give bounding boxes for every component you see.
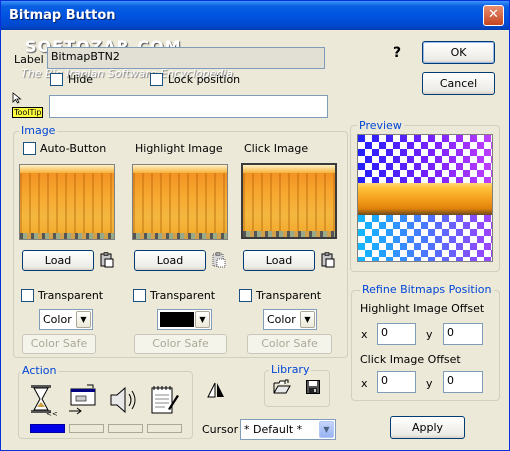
library-group-title: Library bbox=[269, 363, 312, 376]
click-x-field[interactable]: 0 bbox=[377, 371, 416, 393]
run-program-action-icon[interactable] bbox=[67, 383, 99, 420]
cancel-button[interactable]: Cancel bbox=[422, 72, 495, 95]
paste-icon[interactable] bbox=[100, 252, 114, 268]
preview-group-title: Preview bbox=[357, 119, 404, 132]
highlight-y-field[interactable]: 0 bbox=[443, 323, 483, 345]
auto-button-checkbox[interactable] bbox=[23, 142, 36, 155]
action-bar-4[interactable] bbox=[147, 424, 182, 433]
transparent-highlight-label: Transparent bbox=[150, 289, 216, 302]
click-image-preview bbox=[241, 163, 337, 239]
hourglass-action-icon[interactable]: << bbox=[28, 383, 58, 420]
cursor-select[interactable]: * Default * ▼ bbox=[240, 419, 336, 440]
label-caption: Label bbox=[14, 53, 44, 66]
color-select-normal[interactable]: Color ▼ bbox=[39, 309, 93, 330]
close-button[interactable]: ✕ bbox=[483, 5, 504, 26]
chevron-down-icon[interactable]: ▼ bbox=[300, 311, 315, 328]
hide-label: Hide bbox=[68, 73, 94, 86]
color-select-click[interactable]: Color ▼ bbox=[263, 309, 317, 330]
highlight-image-preview bbox=[132, 164, 228, 240]
label-field[interactable]: BitmapBTN2 bbox=[47, 47, 325, 69]
color-safe-click-button[interactable]: Color Safe bbox=[247, 334, 332, 354]
click-y-label: y bbox=[426, 377, 433, 390]
preview-button-bar bbox=[358, 183, 492, 215]
lock-position-label: Lock position bbox=[168, 73, 241, 86]
tooltip-field[interactable] bbox=[49, 95, 328, 118]
transparent-click-label: Transparent bbox=[256, 289, 322, 302]
click-image-heading: Click Image bbox=[244, 142, 309, 155]
load-highlight-button[interactable]: Load bbox=[134, 250, 206, 271]
color-safe-normal-button[interactable]: Color Safe bbox=[22, 334, 96, 354]
image-bottom-edge bbox=[243, 231, 335, 237]
chevron-down-icon[interactable]: ▼ bbox=[195, 311, 210, 328]
transparent-normal-checkbox[interactable] bbox=[21, 289, 34, 302]
action-bar-2[interactable] bbox=[69, 424, 104, 433]
chevron-down-icon[interactable]: ▼ bbox=[76, 311, 91, 328]
click-x-label: x bbox=[361, 377, 368, 390]
action-bar-3[interactable] bbox=[108, 424, 143, 433]
normal-image-preview bbox=[19, 164, 115, 240]
window-title: Bitmap Button bbox=[9, 8, 116, 23]
help-icon[interactable]: ? bbox=[393, 45, 401, 61]
auto-button-label: Auto-Button bbox=[40, 142, 107, 155]
highlight-x-label: x bbox=[361, 328, 368, 341]
hide-checkbox[interactable] bbox=[50, 73, 63, 86]
highlight-offset-label: Highlight Image Offset bbox=[360, 302, 485, 315]
image-bottom-edge bbox=[20, 233, 114, 239]
transparent-click-checkbox[interactable] bbox=[239, 289, 252, 302]
tooltip-tag: ToolTip bbox=[12, 107, 44, 118]
apply-button[interactable]: Apply bbox=[390, 416, 465, 439]
color-select-click-value: Color bbox=[267, 313, 296, 326]
highlight-x-field[interactable]: 0 bbox=[377, 323, 416, 345]
highlight-image-heading: Highlight Image bbox=[135, 142, 223, 155]
button-preview bbox=[357, 134, 493, 262]
image-group-title: Image bbox=[19, 124, 58, 137]
paste-icon[interactable] bbox=[321, 252, 335, 268]
image-bottom-edge bbox=[133, 233, 227, 239]
action-bar-1[interactable] bbox=[30, 424, 65, 433]
bitmap-button-dialog: Bitmap Button ✕ SOFTOZAR.COM The Big Ira… bbox=[0, 0, 510, 451]
title-bar[interactable]: Bitmap Button ✕ bbox=[1, 1, 509, 30]
notepad-action-icon[interactable] bbox=[148, 383, 180, 420]
load-click-button[interactable]: Load bbox=[243, 250, 315, 271]
action-group-title: Action bbox=[20, 364, 59, 377]
color-safe-highlight-button[interactable]: Color Safe bbox=[134, 334, 227, 354]
save-disk-icon[interactable] bbox=[306, 380, 320, 397]
click-y-field[interactable]: 0 bbox=[443, 371, 483, 393]
transparent-highlight-checkbox[interactable] bbox=[133, 289, 146, 302]
preview-checker-top bbox=[358, 135, 492, 183]
color-select-highlight[interactable]: ▼ bbox=[157, 309, 212, 330]
image-top-strip bbox=[20, 165, 114, 173]
paste-disabled-icon[interactable] bbox=[212, 252, 226, 268]
close-icon: ✕ bbox=[488, 7, 499, 22]
color-select-normal-value: Color bbox=[43, 313, 72, 326]
click-offset-label: Click Image Offset bbox=[360, 353, 461, 366]
cursor-label: Cursor bbox=[202, 423, 239, 436]
image-top-strip bbox=[243, 165, 335, 173]
ok-button[interactable]: OK bbox=[422, 41, 495, 64]
refine-group-title: Refine Bitmaps Position bbox=[360, 283, 494, 296]
highlight-y-label: y bbox=[426, 328, 433, 341]
flip-icon[interactable] bbox=[207, 382, 225, 401]
load-normal-button[interactable]: Load bbox=[22, 250, 94, 271]
image-top-strip bbox=[133, 165, 227, 173]
chevron-down-icon[interactable]: ▼ bbox=[319, 421, 334, 438]
color-swatch-black bbox=[160, 312, 194, 327]
cursor-select-value: * Default * bbox=[244, 423, 303, 436]
lock-position-checkbox[interactable] bbox=[150, 73, 163, 86]
pointer-icon bbox=[12, 92, 22, 107]
open-folder-icon[interactable] bbox=[273, 379, 291, 398]
svg-text:<<: << bbox=[46, 410, 58, 417]
transparent-normal-label: Transparent bbox=[38, 289, 104, 302]
preview-checker-bottom bbox=[358, 215, 492, 261]
sound-action-icon[interactable] bbox=[107, 383, 139, 420]
